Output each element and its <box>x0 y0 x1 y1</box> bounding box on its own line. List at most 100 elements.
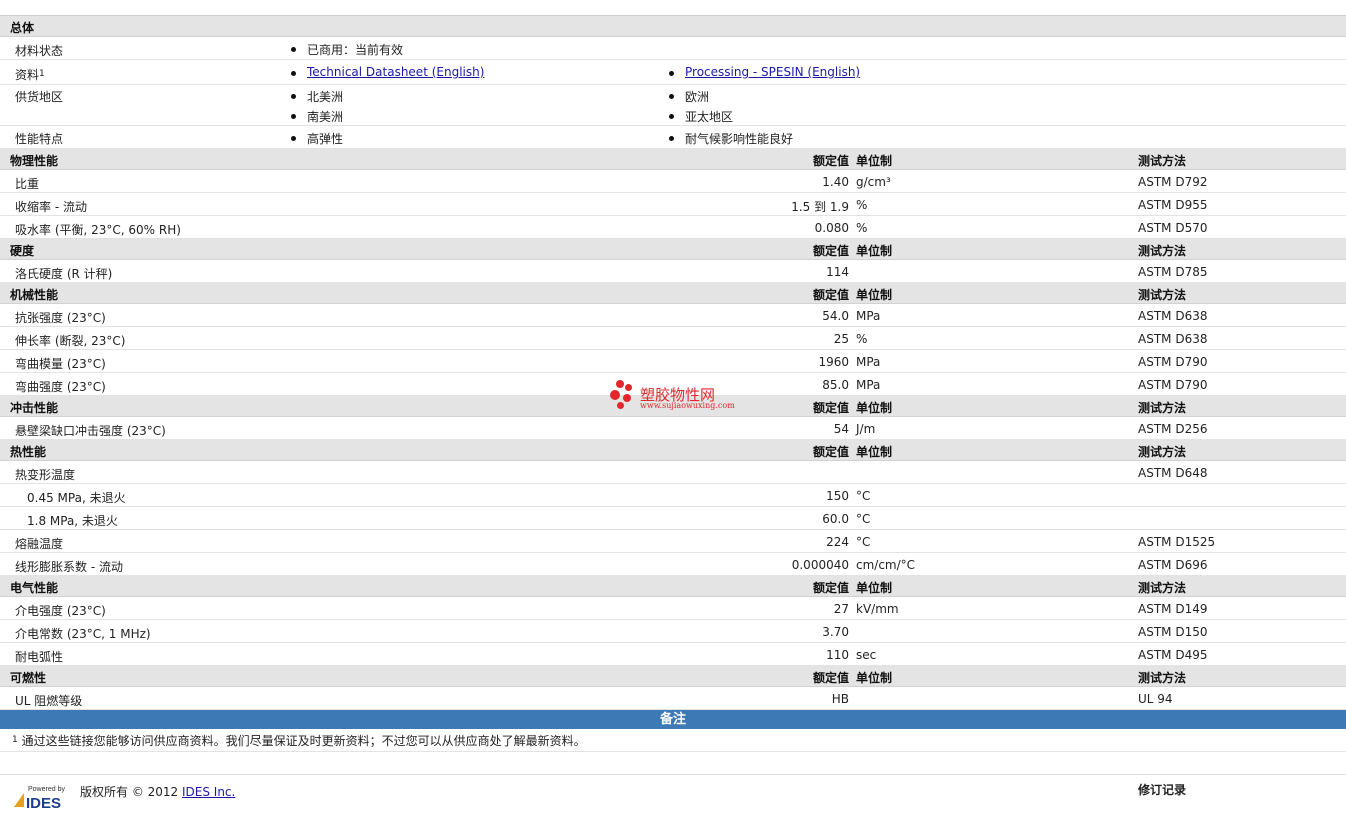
property-row: 耐电弧性 110 sec ASTM D495 <box>0 643 1346 666</box>
section-title: 总体 <box>10 21 35 35</box>
ides-logo-text: IDES <box>26 795 61 812</box>
property-value: 0.000040 <box>791 558 849 572</box>
column-header-unit: 单位制 <box>856 154 893 168</box>
property-row: 收缩率 - 流动 1.5 到 1.9% ASTM D955 <box>0 193 1346 216</box>
property-value: 27 <box>833 602 849 616</box>
column-header-method: 测试方法 <box>1138 581 1187 595</box>
property-label: 比重 <box>15 177 40 191</box>
property-value: 54.0 <box>822 309 849 323</box>
test-method: ASTM D149 <box>1138 602 1208 616</box>
footer: Powered by IDES 版权所有 © 2012 IDES Inc. 修订… <box>0 775 1346 835</box>
section-title: 可燃性 <box>10 671 47 685</box>
property-unit: g/cm³ <box>856 175 891 189</box>
property-row: 熔融温度 224 °C ASTM D1525 <box>0 530 1346 553</box>
property-row: 抗张强度 (23°C) 54.0 MPa ASTM D638 <box>0 304 1346 327</box>
test-method: ASTM D792 <box>1138 175 1208 189</box>
property-unit: sec <box>856 648 877 662</box>
column-header-unit: 单位制 <box>856 445 893 459</box>
row-documents: 资料1 Technical Datasheet (English) Proces… <box>0 60 1346 85</box>
property-unit: °C <box>856 489 871 503</box>
powered-by-text: Powered by <box>28 786 65 793</box>
property-value: 150 <box>826 489 849 503</box>
section-header: 物理性能 额定值 单位制 测试方法 <box>0 149 1346 170</box>
property-label: 悬壁梁缺口冲击强度 (23°C) <box>15 424 166 438</box>
section-header: 电气性能 额定值 单位制 测试方法 <box>0 576 1346 597</box>
property-label: 1.8 MPa, 未退火 <box>27 514 118 528</box>
property-value: 25 <box>833 332 849 346</box>
technical-datasheet-link[interactable]: Technical Datasheet (English) <box>290 65 484 79</box>
property-label: 耐电弧性 <box>15 650 64 664</box>
property-row: 介电常数 (23°C, 1 MHz) 3.70 ASTM D150 <box>0 620 1346 643</box>
note-text: 1 通过这些链接您能够访问供应商资料。我们尽量保证及时更新资料；不过您可以从供应… <box>12 734 586 748</box>
property-label: 介电强度 (23°C) <box>15 604 106 618</box>
section-header: 可燃性 额定值 单位制 测试方法 <box>0 666 1346 687</box>
property-row: 伸长率 (断裂, 23°C) 25% ASTM D638 <box>0 327 1346 350</box>
processing-link[interactable]: Processing - SPESIN (English) <box>668 65 860 79</box>
row-label: 性能特点 <box>15 132 64 146</box>
test-method: ASTM D150 <box>1138 625 1208 639</box>
top-divider <box>0 0 1346 16</box>
ides-link[interactable]: IDES Inc. <box>182 785 235 799</box>
property-label: 洛氏硬度 (R 计秤) <box>15 267 113 281</box>
test-method: ASTM D955 <box>1138 198 1208 212</box>
property-value: HB <box>831 692 849 706</box>
region-item: 北美洲 <box>290 90 344 104</box>
property-unit: MPa <box>856 309 881 323</box>
test-method: ASTM D256 <box>1138 422 1208 436</box>
status-value: 已商用：当前有效 <box>290 43 404 57</box>
property-label: 介电常数 (23°C, 1 MHz) <box>15 627 151 641</box>
test-method: ASTM D495 <box>1138 648 1208 662</box>
property-row: 洛氏硬度 (R 计秤) 114 ASTM D785 <box>0 260 1346 283</box>
notes-header: 备注 <box>0 710 1346 729</box>
test-method: ASTM D638 <box>1138 309 1208 323</box>
property-label: 收缩率 - 流动 <box>15 200 87 214</box>
region-item: 欧洲 <box>668 90 710 104</box>
column-header-unit: 单位制 <box>856 671 893 685</box>
property-unit: °C <box>856 535 871 549</box>
row-label: 材料状态 <box>15 44 64 58</box>
property-unit: °C <box>856 512 871 526</box>
property-value: 1.5 到 1.9 <box>791 200 849 214</box>
property-unit: % <box>856 198 868 212</box>
test-method: ASTM D1525 <box>1138 535 1216 549</box>
property-row: 线形膨胀系数 - 流动 0.000040 cm/cm/°C ASTM D696 <box>0 553 1346 576</box>
row-features: 性能特点 高弹性 耐气候影响性能良好 <box>0 126 1346 149</box>
property-unit: J/m <box>856 422 876 436</box>
property-label: 吸水率 (平衡, 23°C, 60% RH) <box>15 223 181 237</box>
property-label: 热变形温度 <box>15 468 76 482</box>
property-unit: MPa <box>856 355 881 369</box>
property-unit: kV/mm <box>856 602 899 616</box>
property-label: 弯曲强度 (23°C) <box>15 380 106 394</box>
property-label: 伸长率 (断裂, 23°C) <box>15 334 126 348</box>
column-header-unit: 单位制 <box>856 288 893 302</box>
note-row: 1 通过这些链接您能够访问供应商资料。我们尽量保证及时更新资料；不过您可以从供应… <box>0 729 1346 752</box>
section-title: 电气性能 <box>10 581 59 595</box>
section-title: 机械性能 <box>10 288 59 302</box>
row-material-status: 材料状态 已商用：当前有效 <box>0 37 1346 60</box>
column-header-method: 测试方法 <box>1138 445 1187 459</box>
section-title: 硬度 <box>10 244 35 258</box>
property-value: 85.0 <box>822 378 849 392</box>
property-value: 114 <box>826 265 849 279</box>
property-row: 吸水率 (平衡, 23°C, 60% RH) 0.080% ASTM D570 <box>0 216 1346 239</box>
section-title: 冲击性能 <box>10 401 59 415</box>
feature-item: 高弹性 <box>290 132 344 146</box>
test-method: ASTM D790 <box>1138 355 1208 369</box>
watermark-url: www.sujiaowuxing.com <box>640 401 735 410</box>
property-value: 54 <box>833 422 849 436</box>
column-header-method: 测试方法 <box>1138 401 1187 415</box>
property-unit: % <box>856 332 868 346</box>
property-label: 熔融温度 <box>15 537 64 551</box>
property-value: 60.0 <box>822 512 849 526</box>
section-header-general: 总体 <box>0 16 1346 37</box>
column-header-value: 额定值 <box>812 154 849 168</box>
section-title: 物理性能 <box>10 154 59 168</box>
copyright: 版权所有 © 2012 IDES Inc. <box>80 785 236 799</box>
column-header-value: 额定值 <box>812 244 849 258</box>
row-supply-regions: 供货地区 北美洲 欧洲 南美洲 亚太地区 <box>0 85 1346 126</box>
column-header-unit: 单位制 <box>856 401 893 415</box>
property-row: 介电强度 (23°C) 27 kV/mm ASTM D149 <box>0 597 1346 620</box>
test-method: UL 94 <box>1138 692 1173 706</box>
test-method: ASTM D638 <box>1138 332 1208 346</box>
property-unit: % <box>856 221 868 235</box>
